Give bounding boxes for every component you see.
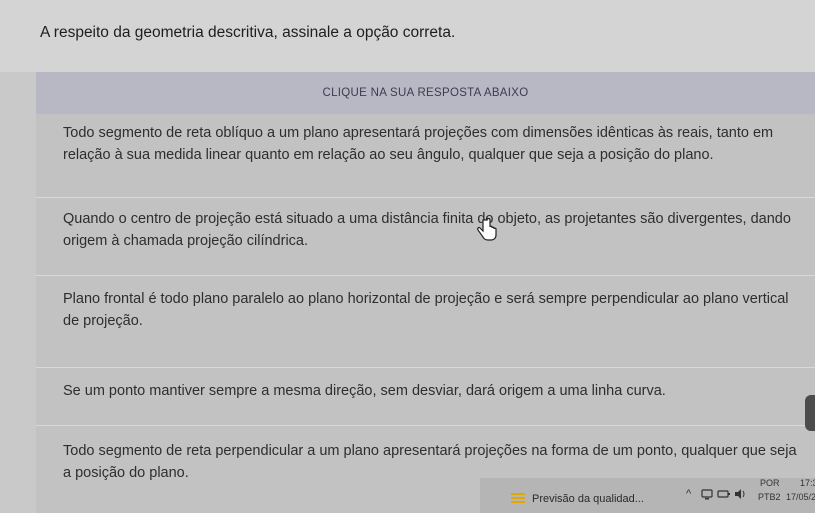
answer-option-1[interactable]: Todo segmento de reta oblíquo a um plano…: [36, 116, 815, 198]
weather-icon[interactable]: [510, 490, 526, 506]
answer-option-3[interactable]: Plano frontal é todo plano paralelo ao p…: [36, 276, 815, 368]
answer-panel: CLIQUE NA SUA RESPOSTA ABAIXO Todo segme…: [36, 72, 815, 513]
chevron-up-icon[interactable]: ^: [686, 488, 691, 500]
hand-cursor-icon: [477, 218, 497, 241]
keyboard-layout-indicator[interactable]: PTB2: [758, 492, 781, 502]
question-text: A respeito da geometria descritiva, assi…: [40, 24, 456, 41]
volume-icon[interactable]: [733, 487, 747, 501]
clock-date[interactable]: 17/05/2: [786, 492, 815, 502]
weather-widget-text[interactable]: Previsão da qualidad...: [532, 493, 644, 505]
answer-option-2[interactable]: Quando o centro de projeção está situado…: [36, 198, 815, 276]
language-indicator[interactable]: POR: [760, 478, 780, 488]
click-instruction-banner: CLIQUE NA SUA RESPOSTA ABAIXO: [36, 72, 815, 114]
meet-now-icon[interactable]: [700, 487, 714, 501]
clock-time[interactable]: 17:3: [800, 478, 815, 488]
question-header: A respeito da geometria descritiva, assi…: [0, 0, 815, 72]
side-panel-handle[interactable]: [805, 395, 815, 431]
battery-icon[interactable]: [717, 487, 731, 501]
answer-option-4[interactable]: Se um ponto mantiver sempre a mesma dire…: [36, 368, 815, 426]
